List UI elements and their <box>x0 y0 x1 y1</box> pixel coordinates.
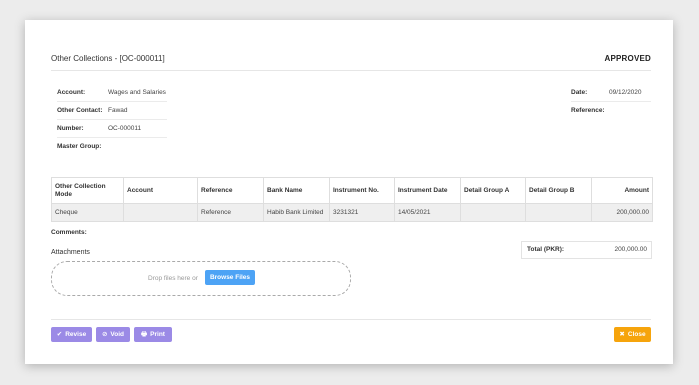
print-button[interactable]: 🖶 Print <box>134 327 172 342</box>
table-cell: 14/05/2021 <box>394 203 461 222</box>
table-cell <box>460 203 526 222</box>
account-value: Wages and Salaries <box>108 89 166 96</box>
footer-divider <box>51 319 651 320</box>
column-header: Bank Name <box>263 177 330 204</box>
field-divider <box>57 137 167 138</box>
total-box: Total (PKR): 200,000.00 <box>521 241 652 259</box>
comments-label: Comments: <box>51 229 87 236</box>
master-group-label: Master Group: <box>57 143 102 150</box>
close-label: Close <box>627 331 646 338</box>
field-divider <box>571 101 651 102</box>
number-label: Number: <box>57 125 84 132</box>
table-cell <box>525 203 592 222</box>
page-title: Other Collections - [OC-000011] <box>51 54 165 63</box>
header-divider <box>51 70 651 71</box>
number-value: OC-000011 <box>108 125 142 132</box>
close-icon: ✖ <box>619 331 625 338</box>
collection-table: Other Collection Mode Account Reference … <box>51 177 653 222</box>
column-header: Instrument No. <box>329 177 395 204</box>
file-dropzone[interactable]: Drop files here or Browse Files <box>51 261 351 296</box>
date-value: 09/12/2020 <box>609 89 642 96</box>
dropzone-text: Drop files here or <box>148 275 198 282</box>
voucher-card: Other Collections - [OC-000011] APPROVED… <box>25 20 673 364</box>
other-contact-label: Other Contact: <box>57 107 103 114</box>
column-header: Account <box>123 177 198 204</box>
table-cell: Reference <box>197 203 264 222</box>
close-button[interactable]: ✖ Close <box>614 327 651 342</box>
column-header: Amount <box>591 177 653 204</box>
field-divider <box>57 101 167 102</box>
table-cell: 3231321 <box>329 203 395 222</box>
void-label: Void <box>110 331 125 338</box>
ban-icon: ⊘ <box>101 331 108 338</box>
field-divider <box>57 119 167 120</box>
account-label: Account: <box>57 89 86 96</box>
table-cell: Cheque <box>51 203 124 222</box>
column-header: Reference <box>197 177 264 204</box>
attachments-label: Attachments <box>51 249 90 256</box>
check-icon: ✔ <box>56 331 63 338</box>
table-header-row: Other Collection Mode Account Reference … <box>51 177 653 204</box>
total-label: Total (PKR): <box>527 246 565 253</box>
total-value: 200,000.00 <box>614 246 647 253</box>
status-badge: APPROVED <box>604 54 651 63</box>
date-label: Date: <box>571 89 588 96</box>
column-header: Other Collection Mode <box>51 177 124 204</box>
reference-label: Reference: <box>571 107 605 114</box>
void-button[interactable]: ⊘ Void <box>96 327 130 342</box>
print-icon: 🖶 <box>141 331 148 338</box>
table-cell <box>123 203 198 222</box>
table-cell: Habib Bank Limited <box>263 203 330 222</box>
column-header: Detail Group B <box>525 177 592 204</box>
print-label: Print <box>150 331 165 338</box>
revise-button[interactable]: ✔ Revise <box>51 327 92 342</box>
table-row: Cheque Reference Habib Bank Limited 3231… <box>51 203 653 222</box>
other-contact-value: Fawad <box>108 107 128 114</box>
revise-label: Revise <box>65 331 87 338</box>
column-header: Instrument Date <box>394 177 461 204</box>
column-header: Detail Group A <box>460 177 526 204</box>
browse-files-button[interactable]: Browse Files <box>205 270 255 285</box>
table-cell: 200,000.00 <box>591 203 653 222</box>
